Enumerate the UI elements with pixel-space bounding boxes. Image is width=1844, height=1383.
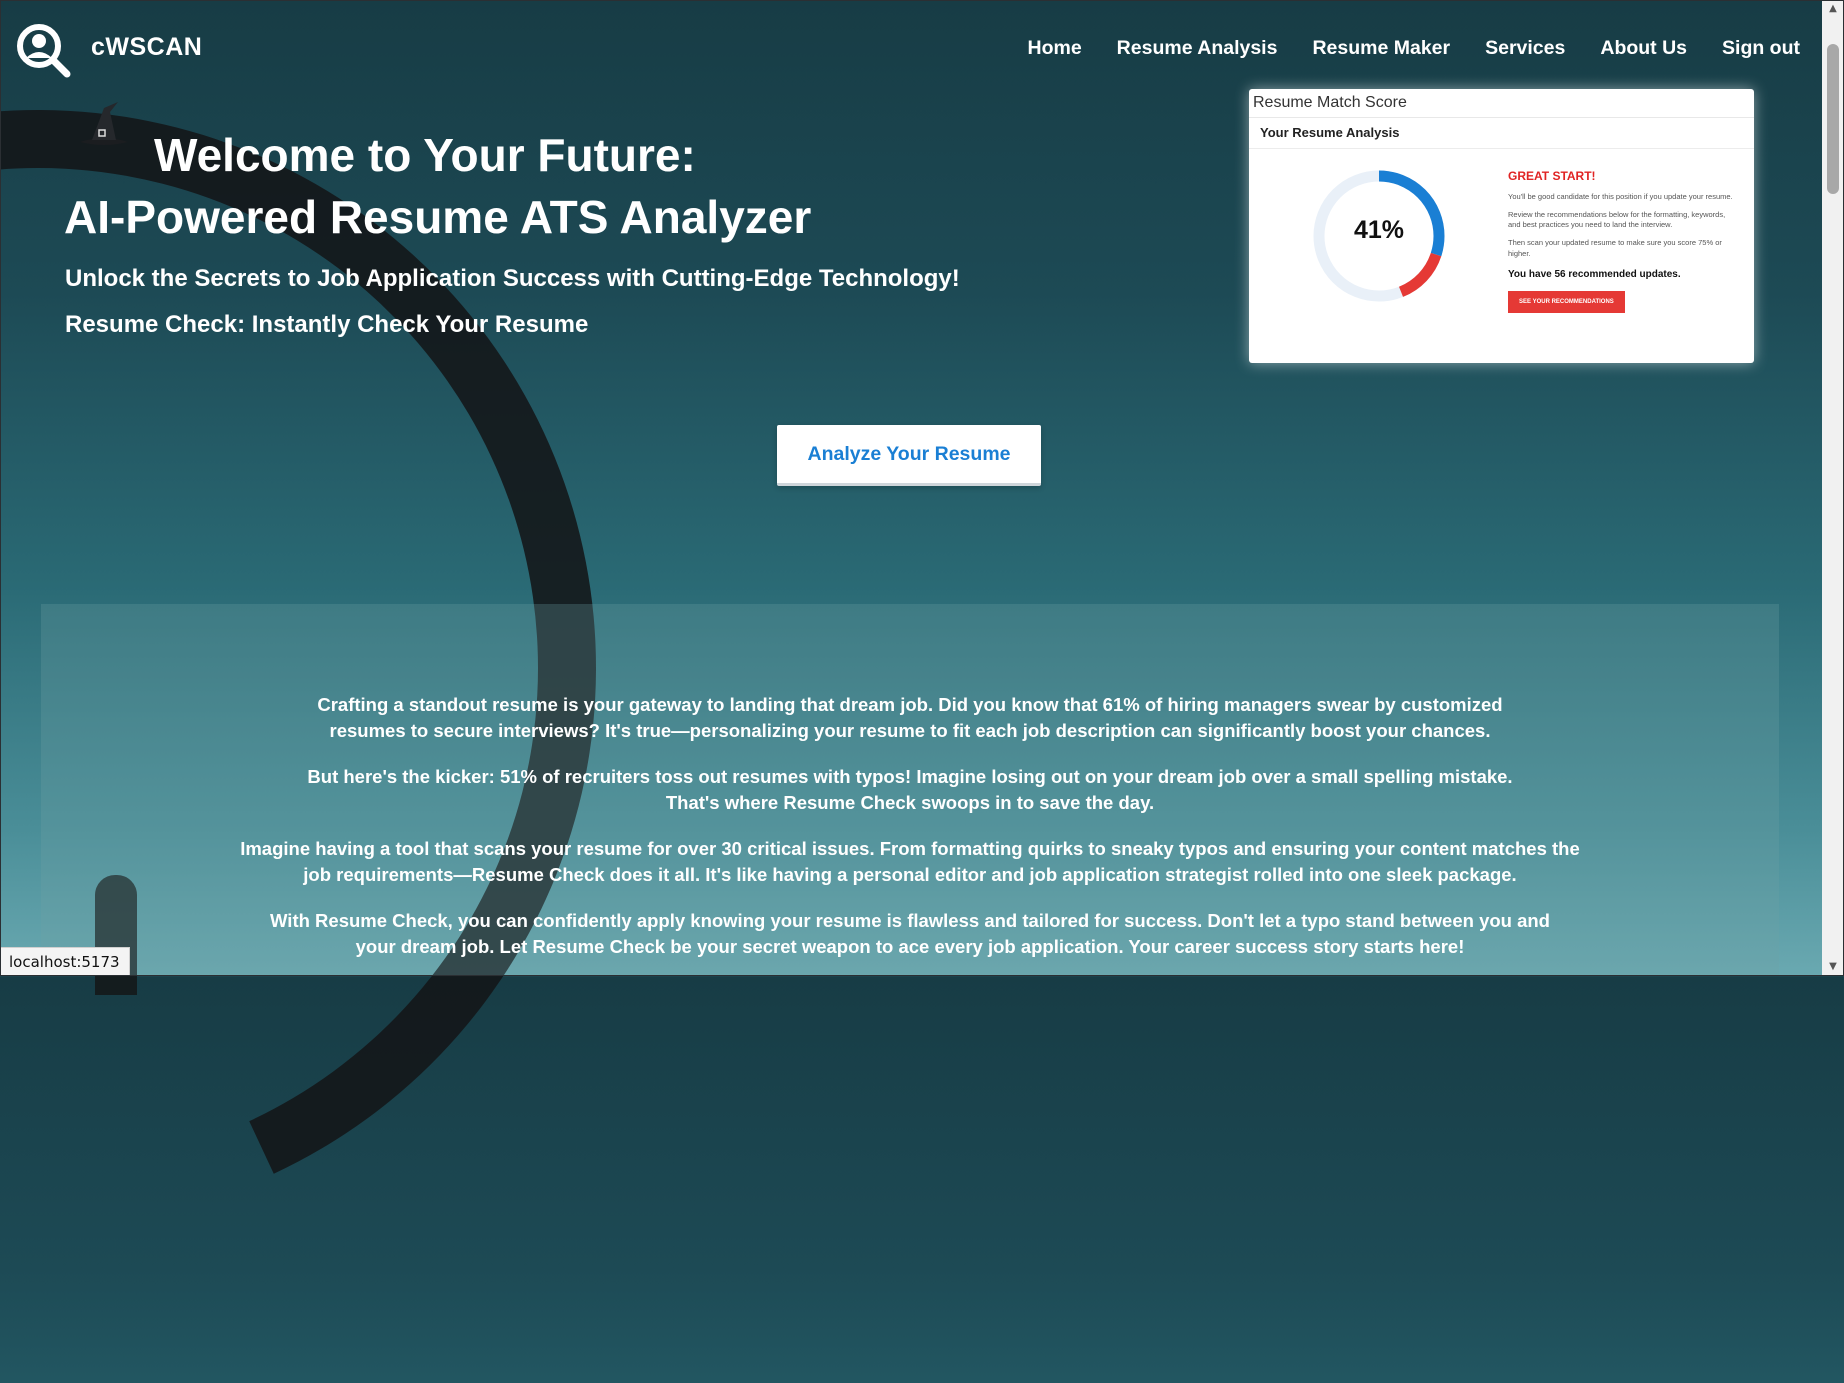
nav-sign-out[interactable]: Sign out xyxy=(1722,37,1800,60)
score-status-title: GREAT START! xyxy=(1508,169,1596,183)
main-nav: Home Resume Analysis Resume Maker Servic… xyxy=(1027,37,1800,60)
score-text-2: Review the recommendations below for the… xyxy=(1508,210,1726,230)
status-bar-url: localhost:5173 xyxy=(0,947,130,976)
score-card-header: Resume Match Score xyxy=(1249,89,1754,118)
nav-services[interactable]: Services xyxy=(1485,37,1565,60)
score-details: GREAT START! You'll be good candidate fo… xyxy=(1508,169,1733,313)
score-text-3: Then scan your updated resume to make su… xyxy=(1508,238,1722,258)
recommended-updates-count: You have 56 recommended updates. xyxy=(1508,268,1681,280)
hero-title-line2: AI-Powered Resume ATS Analyzer xyxy=(64,191,812,243)
info-panel: Crafting a standout resume is your gatew… xyxy=(41,604,1779,976)
info-paragraph: With Resume Check, you can confidently a… xyxy=(270,910,1550,957)
scrollbar-thumb[interactable] xyxy=(1827,44,1839,194)
nav-resume-analysis[interactable]: Resume Analysis xyxy=(1117,37,1278,60)
score-text-1: You'll be good candidate for this positi… xyxy=(1508,192,1733,201)
info-paragraph: But here's the kicker: 51% of recruiters… xyxy=(307,766,1513,813)
scroll-up-arrow-icon[interactable]: ▲ xyxy=(1822,0,1844,18)
nav-home[interactable]: Home xyxy=(1027,37,1081,60)
see-recommendations-button[interactable]: SEE YOUR RECOMMENDATIONS xyxy=(1508,290,1625,313)
brand-name[interactable]: cWSCAN xyxy=(91,33,202,62)
score-card-subheader: Your Resume Analysis xyxy=(1249,118,1754,149)
score-value: 41% xyxy=(1353,216,1405,244)
hero-subtitle-secondary: Resume Check: Instantly Check Your Resum… xyxy=(65,311,589,338)
nav-about-us[interactable]: About Us xyxy=(1600,37,1687,60)
analyze-resume-button[interactable]: Analyze Your Resume xyxy=(777,425,1041,486)
hero-subtitle: Unlock the Secrets to Job Application Su… xyxy=(65,265,960,292)
info-paragraph: Imagine having a tool that scans your re… xyxy=(240,838,1580,885)
scroll-down-arrow-icon[interactable]: ▼ xyxy=(1822,958,1844,976)
hero-title-line1: Welcome to Your Future: xyxy=(154,129,696,181)
witch-hat-icon xyxy=(80,102,128,145)
search-person-icon[interactable] xyxy=(15,22,71,78)
info-paragraph: Crafting a standout resume is your gatew… xyxy=(317,694,1503,741)
resume-match-score-card: Resume Match Score Your Resume Analysis … xyxy=(1249,89,1754,363)
nav-resume-maker[interactable]: Resume Maker xyxy=(1312,37,1450,60)
vertical-scrollbar[interactable]: ▲ ▼ xyxy=(1822,0,1844,976)
